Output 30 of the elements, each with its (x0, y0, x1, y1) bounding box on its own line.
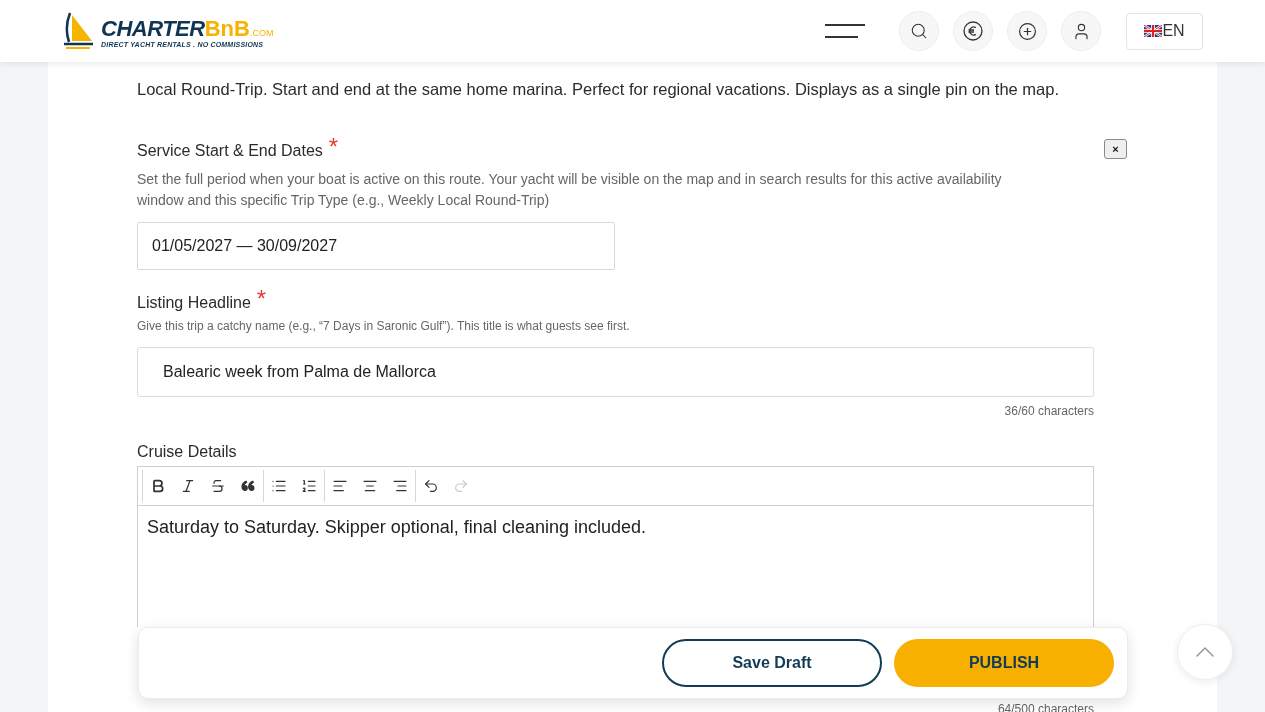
language-button[interactable]: EN (1126, 12, 1203, 50)
required-mark: * (328, 136, 339, 158)
add-button[interactable] (1007, 11, 1047, 51)
save-draft-button[interactable]: Save Draft (662, 639, 882, 687)
flag-icon (1144, 25, 1163, 37)
headline-field[interactable]: Balearic week from Palma de Mallorca (137, 347, 1094, 397)
euro-icon (963, 21, 983, 41)
publish-button[interactable]: PUBLISH (894, 639, 1114, 687)
sailboat-logo-icon (63, 11, 95, 51)
field-help-text: Give this trip a catchy name (e.g., “7 Days in Saronic Gulf”). This title is what guests see first. (137, 318, 631, 334)
remove-section-button[interactable]: × (1104, 139, 1127, 159)
logo-wordmark-accent: BnB (204, 18, 250, 40)
date-range-field[interactable]: 01/05/2027 — 30/09/2027 (137, 222, 615, 270)
search-button[interactable] (899, 11, 939, 51)
menu-icon (825, 24, 865, 38)
editor-text: Saturday to Saturday. Skipper optional, final cleaning included. (147, 516, 647, 538)
logo-domain: .COM (249, 28, 274, 38)
required-mark: * (256, 288, 267, 310)
character-counter: 36/60 characters (1004, 403, 1094, 419)
trip-type-description: Local Round-Trip. Start and end at the same home marina. Perfect for regional vacations. Displays as a single pin on the map. (137, 79, 1061, 100)
field-label: Listing Headline (137, 293, 251, 313)
field-label: Service Start & End Dates (137, 141, 323, 161)
plus-circle-icon (1017, 21, 1037, 41)
search-icon (910, 22, 928, 40)
logo-wordmark: CHARTER (101, 18, 205, 40)
account-button[interactable] (1061, 11, 1101, 51)
field-label: Cruise Details (137, 442, 238, 462)
currency-button[interactable] (953, 11, 993, 51)
field-help-text: Set the full period when your boat is active on this route. Your yacht will be visible on the map and in search results for this active availability window and this specific Trip Type (e.g., Weekly Local Round-Trip) (137, 170, 1003, 210)
rich-text-editor[interactable]: Saturday to Saturday. Skipper optional, final cleaning included. (137, 506, 1094, 627)
